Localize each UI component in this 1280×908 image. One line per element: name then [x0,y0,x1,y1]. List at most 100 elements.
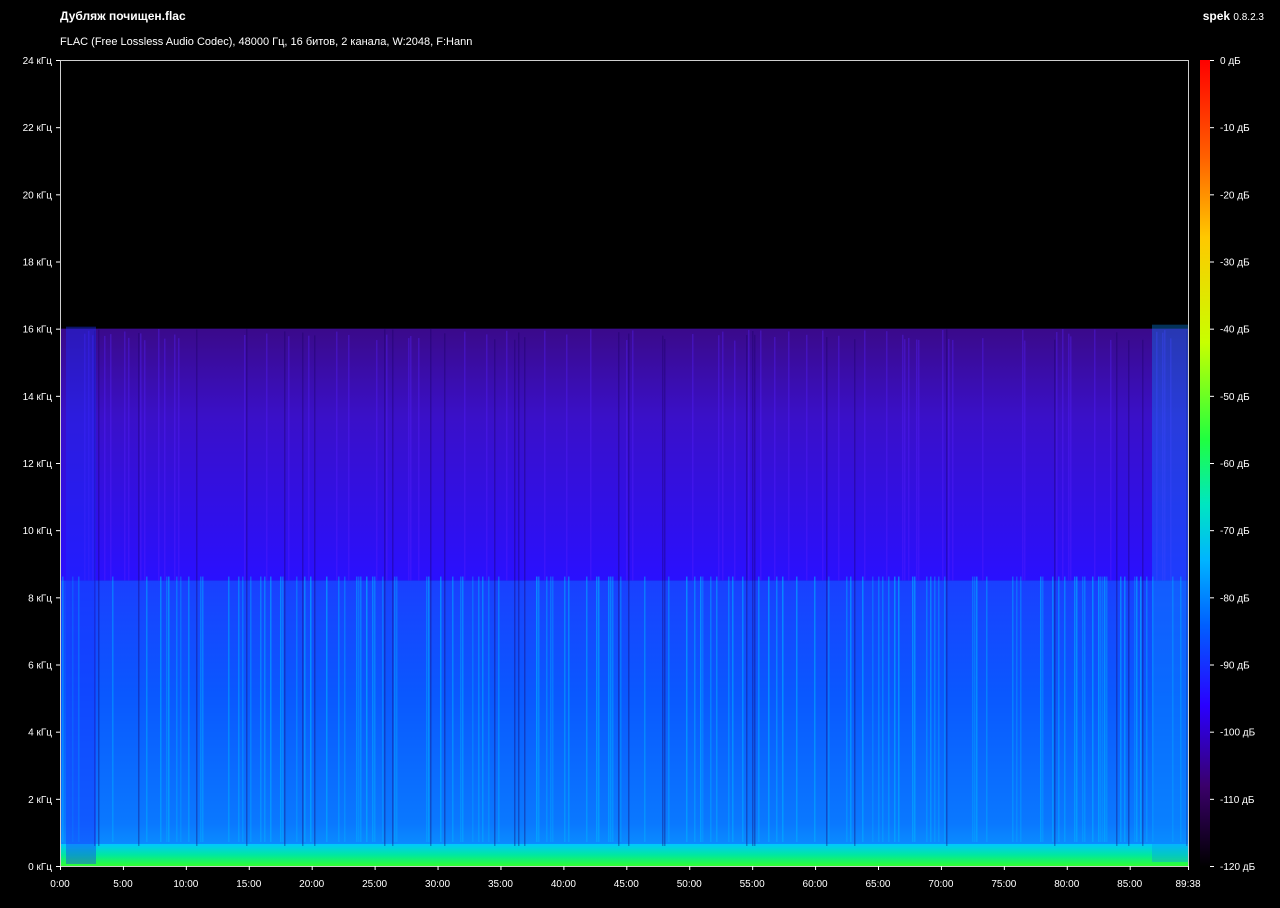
spectral-stripe [538,576,540,842]
spectral-stripe [104,335,106,581]
y-tick-label: 14 кГц [23,392,53,403]
spectral-stripe [1054,339,1056,846]
spectral-stripe [1016,576,1018,842]
spectral-stripe [242,576,244,842]
colorbar-tick-label: -80 дБ [1220,593,1250,604]
spectral-stripe [700,576,702,842]
spectral-stripe [1068,333,1070,581]
colorbar-axis: 0 дБ -10 дБ -20 дБ -30 дБ -40 дБ -50 дБ -60 дБ… [1210,56,1256,873]
spectral-stripe [644,576,646,842]
y-tick-label: 4 кГц [28,728,52,739]
colorbar-tick-label: -20 дБ [1220,190,1250,201]
spectral-stripe [444,333,446,847]
spectral-stripe [462,576,464,842]
spectral-stripe [952,339,954,581]
spectral-stripe [1020,576,1022,842]
spectral-stripe [426,576,428,842]
spectral-stripe [296,576,298,842]
spectral-stripe [788,331,790,581]
spectral-stripe [138,332,140,846]
spectral-stripe [566,334,568,581]
spectral-stripe [596,576,598,842]
spectral-stripe [494,339,496,846]
spectral-stripe [1140,576,1142,842]
y-tick-label: 12 кГц [23,459,53,470]
spectral-stripe [1092,576,1094,842]
spectral-stripe [854,339,856,846]
spectral-stripe [188,576,190,842]
spectral-stripe [846,576,848,842]
frequency-axis: 0 кГц 2 кГц 4 кГц 6 кГц 8 кГц 10 кГц 12 кГц 14 … [23,56,60,873]
spectral-stripe [620,576,622,842]
colorbar-tick-label: 0 дБ [1220,56,1241,67]
x-tick-label: 10:00 [173,879,198,890]
spectral-stripe [98,329,100,846]
spectral-stripe [946,329,948,846]
spectral-stripe [382,576,384,842]
spectral-stripe [716,576,718,842]
spectral-stripe [546,576,548,842]
x-tick-label: 30:00 [425,879,450,890]
colorbar-tick-label: -70 дБ [1220,526,1250,537]
spectral-stripe [372,576,374,842]
spectral-stripe [898,576,900,842]
spectral-stripe [336,331,338,581]
spectral-stripe [1146,576,1148,842]
y-tick-label: 10 кГц [23,526,53,537]
spectral-stripe [948,338,950,581]
spectral-stripe [748,329,750,581]
spectral-stripe [718,335,720,581]
spectral-stripe [878,576,880,842]
colorbar-tick-label: -30 дБ [1220,258,1250,269]
spectral-stripe [908,337,910,581]
spectral-stripe [314,335,316,846]
spectral-stripe [366,576,368,842]
spectral-stripe [374,576,376,842]
spectral-stripe [934,576,936,842]
spectral-stripe [972,576,974,842]
x-tick-label: 75:00 [991,879,1016,890]
spectral-stripe [926,576,928,842]
spectral-stripe [586,576,588,842]
spectral-stripe [1042,576,1044,842]
spectral-stripe [976,576,978,842]
spectral-stripe [430,329,432,846]
spectral-stripe [488,576,490,842]
spectral-stripe [1136,576,1138,842]
spectral-stripe [590,329,592,581]
spectral-stripe [982,338,984,581]
colorbar-tick-label: -110 дБ [1220,795,1255,806]
spectral-stripe [732,576,734,842]
x-tick-label: 35:00 [488,879,513,890]
spectral-stripe [746,334,748,846]
spectral-stripe [260,576,262,842]
spectral-stripe [1102,576,1104,842]
spectral-stripe [288,336,290,581]
spectral-stripe [754,334,756,846]
spectral-stripe [882,576,884,842]
x-tick-label: 25:00 [362,879,387,890]
colorbar-tick-label: -90 дБ [1220,661,1250,672]
spectral-stripe [668,576,670,842]
y-tick-label: 0 кГц [28,862,52,873]
spectral-stripe [686,576,688,842]
spectral-stripe [282,576,284,842]
spectral-stripe [1142,339,1144,846]
spectral-stripe [734,340,736,581]
y-tick-label: 6 кГц [28,661,52,672]
y-tick-label: 22 кГц [23,123,53,134]
spectral-stripe [1058,576,1060,842]
spectral-stripe [850,576,852,842]
spectral-stripe [250,576,252,842]
spectral-stripe [428,576,430,842]
y-tick-label: 24 кГц [23,56,53,67]
x-tick-label: 50:00 [677,879,702,890]
spectral-stripe [872,576,874,842]
colorbar-tick-label: -100 дБ [1220,728,1256,739]
spectral-stripe [974,576,976,842]
x-tick-label: 60:00 [803,879,828,890]
spectral-stripe [196,329,198,846]
spectral-stripe [838,335,840,581]
x-tick-label: 80:00 [1054,879,1079,890]
x-tick-label: 40:00 [551,879,576,890]
